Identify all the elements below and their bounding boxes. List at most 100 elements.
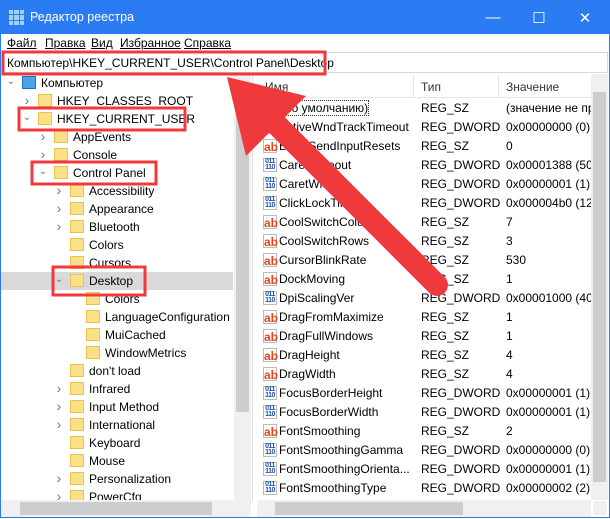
value-row[interactable]: 011 110 FontSmoothingOrienta... REG_DWORD 0x… <box>257 460 591 479</box>
tree-item[interactable]: Keyboard <box>1 434 233 452</box>
address-bar[interactable]: Компьютер\HKEY_CURRENT_USER\Control Pane… <box>2 52 608 73</box>
tree-item[interactable]: don't load <box>1 362 233 380</box>
tree-item[interactable]: ⌄ HKEY_CURRENT_USER <box>1 110 233 128</box>
tree-item-label: Personalization <box>89 472 172 486</box>
expand-chevron-icon[interactable]: › <box>38 146 48 162</box>
folder-icon <box>70 382 84 395</box>
value-row[interactable]: ab DragFullWindows REG_SZ 1 <box>257 327 591 346</box>
binary-value-icon: 011 110 <box>263 120 277 134</box>
value-row[interactable]: 011 110 FontSmoothingGamma REG_DWORD 0x00000… <box>257 441 591 460</box>
tree-item[interactable]: Mouse <box>1 452 233 470</box>
tree-item[interactable]: › AppEvents <box>1 128 233 146</box>
value-value: 0x00000001 (1) <box>506 177 591 191</box>
menu-view[interactable]: Вид <box>91 36 113 50</box>
collapse-chevron-icon[interactable]: ⌄ <box>54 274 64 285</box>
resize-grip[interactable] <box>593 501 607 515</box>
expand-chevron-icon[interactable]: › <box>38 128 48 144</box>
tree-item[interactable]: › Personalization <box>1 470 233 488</box>
value-value: 0x00001388 (5000) <box>506 158 591 172</box>
collapse-chevron-icon[interactable]: ⌄ <box>38 166 48 177</box>
expand-chevron-icon[interactable]: › <box>54 380 64 396</box>
tree-item[interactable]: › International <box>1 416 233 434</box>
value-row[interactable]: ab CoolSwitchColumns REG_SZ 7 <box>257 213 591 232</box>
expand-chevron-icon[interactable]: › <box>22 92 32 108</box>
value-row[interactable]: 011 110 ClickLockTime REG_DWORD 0x000004b0 (… <box>257 194 591 213</box>
expand-chevron-icon[interactable]: › <box>54 398 64 414</box>
value-name: DpiScalingVer <box>279 291 355 305</box>
value-row[interactable]: 011 110 FocusBorderHeight REG_DWORD 0x000000… <box>257 384 591 403</box>
value-row[interactable]: ab BlockSendInputResets REG_SZ 0 <box>257 137 591 156</box>
tree-item-label: Control Panel <box>73 166 146 180</box>
value-row[interactable]: ab CoolSwitchRows REG_SZ 3 <box>257 232 591 251</box>
column-value[interactable]: Значение <box>506 80 559 94</box>
tree-item-label: PowerCfg <box>89 490 142 500</box>
maximize-button[interactable]: ☐ <box>516 1 562 34</box>
value-row[interactable]: ab FontSmoothing REG_SZ 2 <box>257 422 591 441</box>
expand-chevron-icon[interactable]: › <box>54 218 64 234</box>
close-button[interactable]: ✕ <box>562 1 608 34</box>
folder-icon <box>54 148 68 161</box>
tree-item[interactable]: ⌄ Desktop <box>1 272 233 290</box>
tree-item[interactable]: › HKEY_CLASSES_ROOT <box>1 92 233 110</box>
collapse-chevron-icon[interactable]: ⌄ <box>22 112 32 123</box>
menu-help[interactable]: Справка <box>184 36 231 50</box>
string-value-icon: ab <box>263 215 279 230</box>
tree-item[interactable]: MuiCached <box>1 326 233 344</box>
binary-value-icon: 011 110 <box>263 196 277 210</box>
value-row[interactable]: ab DragWidth REG_SZ 4 <box>257 365 591 384</box>
folder-icon <box>70 436 84 449</box>
tree-item[interactable]: LanguageConfiguration <box>1 308 233 326</box>
value-row[interactable]: ab DockMoving REG_SZ 1 <box>257 270 591 289</box>
tree-item[interactable]: › Infrared <box>1 380 233 398</box>
string-value-icon: ab <box>263 272 279 287</box>
column-type[interactable]: Тип <box>421 80 441 94</box>
tree-item[interactable]: ⌄ Компьютер <box>1 74 233 92</box>
value-row[interactable]: ab DragFromMaximize REG_SZ 1 <box>257 308 591 327</box>
column-name[interactable]: Имя <box>265 80 288 94</box>
minimize-button[interactable]: — <box>470 1 516 34</box>
value-type: REG_DWORD <box>421 462 501 476</box>
tree-item[interactable]: › Input Method <box>1 398 233 416</box>
menu-edit[interactable]: Правка <box>45 36 86 50</box>
value-row[interactable]: 011 110 CaretTimeout REG_DWORD 0x00001388 (5… <box>257 156 591 175</box>
value-row[interactable]: 011 110 DpiScalingVer REG_DWORD 0x00001000 (… <box>257 289 591 308</box>
value-row[interactable]: 011 110 ActiveWndTrackTimeout REG_DWORD 0x00… <box>257 118 591 137</box>
tree-vertical-scrollbar[interactable] <box>234 74 251 500</box>
tree-item[interactable]: › PowerCfg <box>1 488 233 500</box>
tree-item[interactable]: Colors <box>1 290 233 308</box>
list-horizontal-scrollbar[interactable] <box>257 500 591 517</box>
menu-favorites[interactable]: Избранное <box>120 36 181 50</box>
value-value: 0x00000002 (2) <box>506 481 591 495</box>
tree-item[interactable]: › Accessibility <box>1 182 233 200</box>
value-name: FocusBorderWidth <box>279 405 379 419</box>
value-row[interactable]: ab(По умолчанию) REG_SZ (значение не присв… <box>257 99 591 118</box>
folder-icon <box>86 328 100 341</box>
value-type: REG_DWORD <box>421 443 501 457</box>
list-vertical-scrollbar[interactable] <box>591 74 608 500</box>
value-row[interactable]: 011 110 CaretWidth REG_DWORD 0x00000001 (1) <box>257 175 591 194</box>
expand-chevron-icon[interactable]: › <box>54 416 64 432</box>
folder-icon <box>70 202 84 215</box>
tree-item[interactable]: › Appearance <box>1 200 233 218</box>
tree-horizontal-scrollbar[interactable] <box>1 500 251 517</box>
tree-item[interactable]: Colors <box>1 236 233 254</box>
folder-icon <box>86 310 100 323</box>
tree-item-label: Компьютер <box>41 76 104 90</box>
value-row[interactable]: ab DragHeight REG_SZ 4 <box>257 346 591 365</box>
tree-item[interactable]: Cursors <box>1 254 233 272</box>
tree-item[interactable]: ⌄ Control Panel <box>1 164 233 182</box>
expand-chevron-icon[interactable]: › <box>54 488 64 500</box>
expand-chevron-icon[interactable]: › <box>54 470 64 486</box>
menu-file[interactable]: Файл <box>7 36 37 50</box>
binary-value-icon: 011 110 <box>263 158 277 172</box>
tree-item[interactable]: › Console <box>1 146 233 164</box>
value-row[interactable]: 011 110 FontSmoothingType REG_DWORD 0x000000… <box>257 479 591 498</box>
collapse-chevron-icon[interactable]: ⌄ <box>6 76 16 87</box>
tree-item[interactable]: › Bluetooth <box>1 218 233 236</box>
folder-icon <box>70 418 84 431</box>
value-row[interactable]: 011 110 FocusBorderWidth REG_DWORD 0x0000000… <box>257 403 591 422</box>
value-row[interactable]: ab CursorBlinkRate REG_SZ 530 <box>257 251 591 270</box>
expand-chevron-icon[interactable]: › <box>54 182 64 198</box>
tree-item[interactable]: WindowMetrics <box>1 344 233 362</box>
expand-chevron-icon[interactable]: › <box>54 200 64 216</box>
